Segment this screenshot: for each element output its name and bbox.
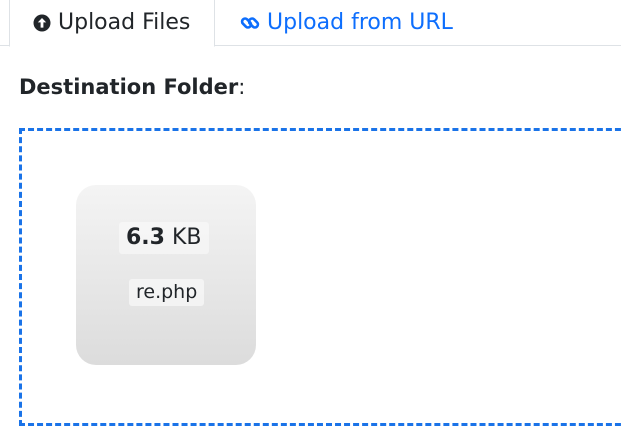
tab-upload-files[interactable]: Upload Files xyxy=(9,0,215,47)
file-size-value: 6.3 xyxy=(126,225,165,250)
file-name: re.php xyxy=(129,279,205,306)
link-icon xyxy=(239,12,261,34)
file-size: 6.3 KB xyxy=(119,222,209,254)
file-preview xyxy=(76,185,256,365)
upload-tabs: Upload Files Upload from URL xyxy=(0,0,621,47)
upload-page: Upload Files Upload from URL Destination… xyxy=(0,0,621,446)
destination-folder: Destination Folder: xyxy=(19,73,245,101)
tab-upload-files-label: Upload Files xyxy=(58,10,191,35)
destination-folder-label: Destination Folder xyxy=(19,75,239,99)
arrow-up-circle-icon xyxy=(32,13,52,33)
destination-folder-separator: : xyxy=(238,75,246,99)
tab-upload-from-url-label: Upload from URL xyxy=(267,10,453,35)
tab-upload-from-url[interactable]: Upload from URL xyxy=(239,0,453,46)
file-size-unit: KB xyxy=(171,225,202,250)
